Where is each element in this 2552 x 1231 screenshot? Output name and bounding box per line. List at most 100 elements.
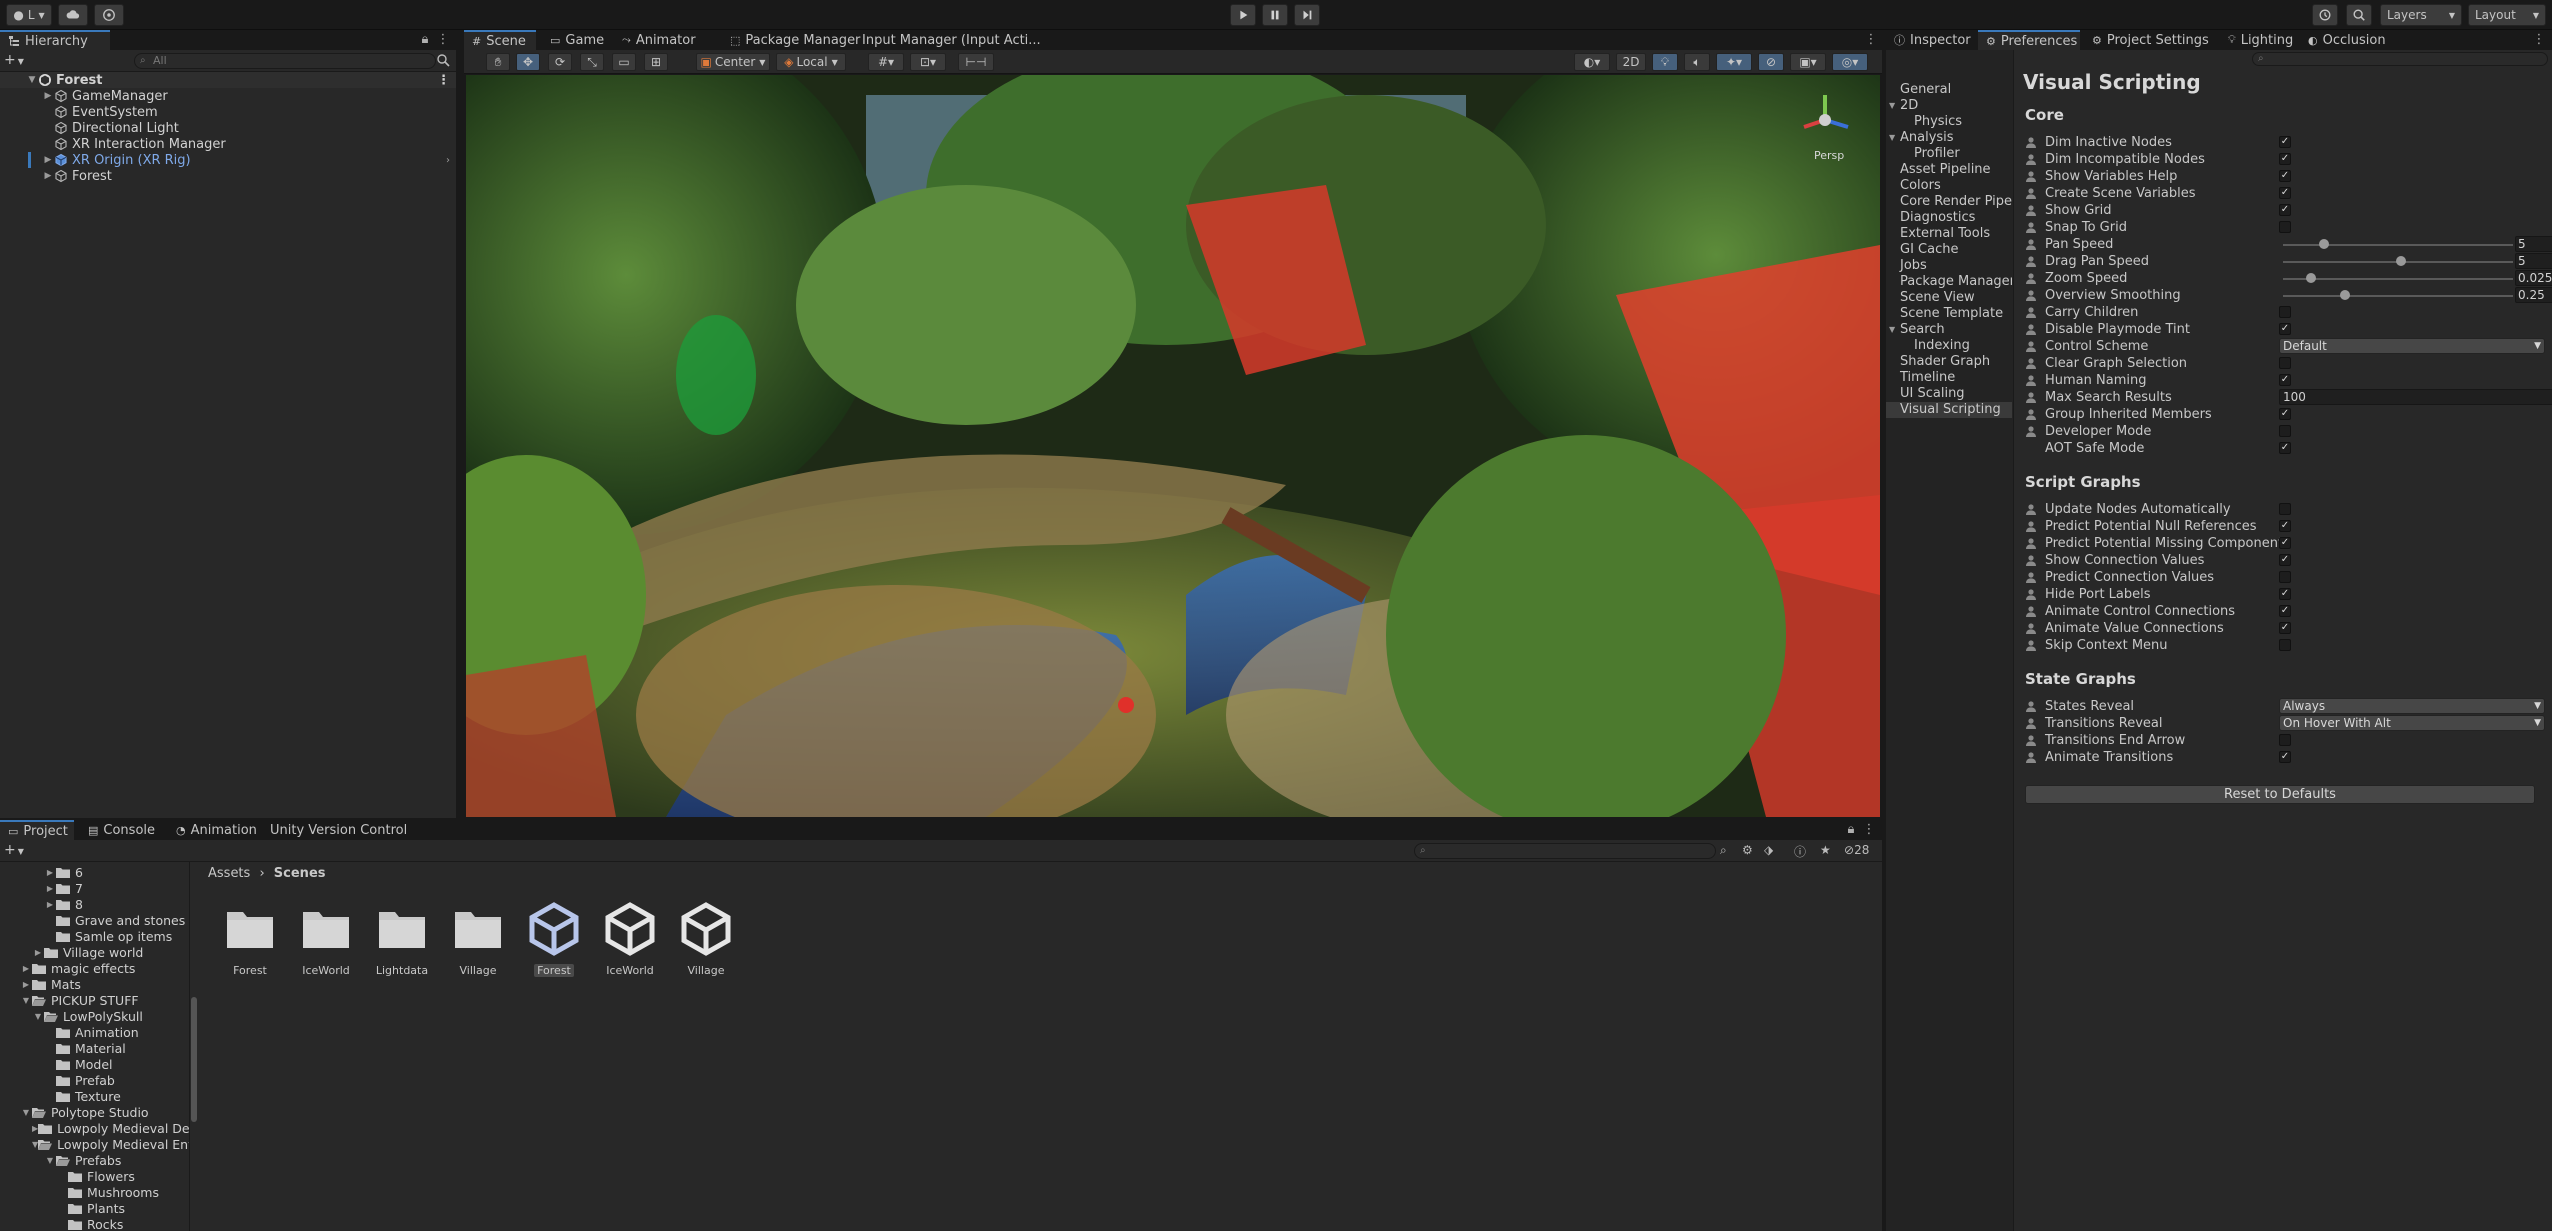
- effects-dropdown[interactable]: ✦▾: [1716, 53, 1752, 71]
- incremental-snap-button[interactable]: ⊢⊣: [958, 53, 994, 71]
- scale-tool-button[interactable]: ⤡: [580, 53, 604, 71]
- expand-arrow-icon[interactable]: ▶: [32, 948, 44, 957]
- folder-tree-item[interactable]: ▶ 8: [0, 896, 189, 912]
- hierarchy-item[interactable]: XR Interaction Manager: [0, 136, 456, 152]
- pref-slider-knob[interactable]: [2396, 256, 2406, 266]
- pref-checkbox[interactable]: ✓: [2279, 588, 2291, 600]
- folder-tree-item[interactable]: Flowers: [0, 1168, 189, 1184]
- asset-folder[interactable]: IceWorld: [292, 902, 360, 982]
- preferences-search-input[interactable]: ⌕: [2252, 52, 2548, 66]
- create-asset-button[interactable]: + ▼: [4, 842, 24, 858]
- pref-category-visual-scripting[interactable]: Visual Scripting: [1886, 402, 2012, 418]
- folder-tree-item[interactable]: ▶ magic effects: [0, 960, 189, 976]
- hidden-objects-toggle[interactable]: ⊘: [1758, 53, 1784, 71]
- pref-category-colors[interactable]: Colors: [1886, 178, 2012, 194]
- pref-category-2d[interactable]: ▼ 2D: [1886, 98, 2012, 114]
- pref-checkbox[interactable]: ✓: [2279, 408, 2291, 420]
- breadcrumb-assets[interactable]: Assets: [208, 866, 250, 881]
- pref-dropdown[interactable]: On Hover With Alt ▼: [2279, 715, 2545, 731]
- chevron-right-icon[interactable]: ›: [446, 155, 450, 166]
- expand-arrow-icon[interactable]: ▼: [1889, 98, 1895, 114]
- pref-number-field[interactable]: 5: [2515, 236, 2552, 252]
- pref-checkbox[interactable]: ✓: [2279, 622, 2291, 634]
- project-search-input[interactable]: ⌕: [1414, 843, 1716, 859]
- expand-arrow-icon[interactable]: ▶: [42, 171, 54, 181]
- expand-arrow-icon[interactable]: ▼: [1889, 130, 1895, 146]
- pref-checkbox[interactable]: [2279, 306, 2291, 318]
- folder-tree-item[interactable]: Plants: [0, 1200, 189, 1216]
- folder-tree-item[interactable]: ▶ Mats: [0, 976, 189, 992]
- pref-checkbox[interactable]: ✓: [2279, 153, 2291, 165]
- hidden-packages-toggle[interactable]: ⊘28: [1844, 843, 1869, 857]
- cloud-button[interactable]: [58, 4, 88, 26]
- pref-number-field[interactable]: 5: [2515, 253, 2552, 269]
- reset-to-defaults-button[interactable]: Reset to Defaults: [2025, 785, 2535, 804]
- pref-category-search[interactable]: ▼ Search: [1886, 322, 2012, 338]
- pivot-dropdown[interactable]: ▣ Center ▼: [696, 53, 770, 71]
- folder-tree-item[interactable]: ▶ 6: [0, 864, 189, 880]
- expand-arrow-icon[interactable]: ▶: [20, 964, 32, 973]
- pref-number-field[interactable]: 0.25: [2515, 287, 2552, 303]
- pref-category-ui-scaling[interactable]: UI Scaling: [1886, 386, 2012, 402]
- asset-scene[interactable]: Forest: [520, 902, 588, 982]
- tab-scene[interactable]: # Scene: [464, 30, 536, 50]
- gizmos-dropdown[interactable]: ◎▾: [1832, 53, 1868, 71]
- expand-arrow-icon[interactable]: ▶: [44, 868, 56, 877]
- breadcrumb-scenes[interactable]: Scenes: [274, 866, 326, 881]
- tab-package-manager[interactable]: ⬚ Package Manager: [722, 30, 860, 50]
- tab-unity-version-control[interactable]: Unity Version Control: [262, 820, 432, 840]
- search-button[interactable]: [2346, 4, 2372, 26]
- pref-checkbox[interactable]: ✓: [2279, 751, 2291, 763]
- scrollbar-thumb[interactable]: [191, 997, 197, 1122]
- expand-arrow-icon[interactable]: ▼: [26, 75, 38, 85]
- folder-tree-item[interactable]: Animation: [0, 1024, 189, 1040]
- pref-category-package-manager[interactable]: Package Manager: [1886, 274, 2012, 290]
- pref-dropdown[interactable]: Always ▼: [2279, 698, 2545, 714]
- pref-text-field[interactable]: 100: [2279, 389, 2552, 405]
- pref-category-jobs[interactable]: Jobs: [1886, 258, 2012, 274]
- folder-tree-item[interactable]: ▶ Village world: [0, 944, 189, 960]
- more-options-icon[interactable]: ⋮: [1862, 822, 1876, 838]
- pref-checkbox[interactable]: ✓: [2279, 537, 2291, 549]
- transform-tool-button[interactable]: ⊞: [644, 53, 668, 71]
- tab-lighting[interactable]: 💡︎ Lighting: [2220, 30, 2296, 50]
- pref-slider-knob[interactable]: [2339, 290, 2350, 300]
- pref-checkbox[interactable]: ✓: [2279, 323, 2291, 335]
- layers-dropdown[interactable]: Layers ▼: [2380, 4, 2462, 26]
- scene-row[interactable]: ▼ Forest ⋮: [0, 72, 456, 88]
- tab-occlusion[interactable]: ◐ Occlusion: [2300, 30, 2392, 50]
- hierarchy-item[interactable]: EventSystem: [0, 104, 456, 120]
- folder-tree-item[interactable]: Samle op items: [0, 928, 189, 944]
- rotate-tool-button[interactable]: ⟳: [548, 53, 572, 71]
- pref-checkbox[interactable]: [2279, 639, 2291, 651]
- more-options-icon[interactable]: ⋮: [1864, 32, 1878, 48]
- folder-tree-item[interactable]: Texture: [0, 1088, 189, 1104]
- folder-tree-scrollbar[interactable]: [190, 862, 198, 1231]
- pref-checkbox[interactable]: [2279, 221, 2291, 233]
- folder-tree-item[interactable]: Model: [0, 1056, 189, 1072]
- expand-arrow-icon[interactable]: ▼: [1889, 322, 1895, 338]
- folder-tree-item[interactable]: ▶ 7: [0, 880, 189, 896]
- pref-slider-track[interactable]: [2283, 244, 2513, 246]
- undo-history-button[interactable]: [2312, 4, 2338, 26]
- pref-category-indexing[interactable]: Indexing: [1886, 338, 2012, 354]
- folder-tree-item[interactable]: ▼ PICKUP STUFF: [0, 992, 189, 1008]
- orientation-gizmo[interactable]: Persp: [1790, 85, 1860, 162]
- grid-snap-button[interactable]: #▾: [868, 53, 904, 71]
- pref-checkbox[interactable]: [2279, 425, 2291, 437]
- pref-category-scene-view[interactable]: Scene View: [1886, 290, 2012, 306]
- tab-inspector[interactable]: ⓘ Inspector: [1886, 30, 1974, 50]
- pref-category-scene-template[interactable]: Scene Template: [1886, 306, 2012, 322]
- pref-checkbox[interactable]: ✓: [2279, 554, 2291, 566]
- tag-icon[interactable]: ⬗: [1764, 843, 1773, 857]
- expand-arrow-icon[interactable]: ▶: [44, 900, 56, 909]
- expand-arrow-icon[interactable]: ▶: [42, 155, 54, 165]
- expand-arrow-icon[interactable]: ▼: [20, 996, 32, 1005]
- pref-category-general[interactable]: General: [1886, 82, 2012, 98]
- folder-tree-item[interactable]: ▼ Lowpoly Medieval Envi: [0, 1136, 189, 1152]
- hierarchy-item[interactable]: Directional Light: [0, 120, 456, 136]
- more-options-icon[interactable]: ⋮: [2532, 32, 2546, 48]
- asset-folder[interactable]: Lightdata: [368, 902, 436, 982]
- tab-hierarchy[interactable]: Hierarchy: [0, 30, 110, 50]
- rect-tool-button[interactable]: ▭: [612, 53, 636, 71]
